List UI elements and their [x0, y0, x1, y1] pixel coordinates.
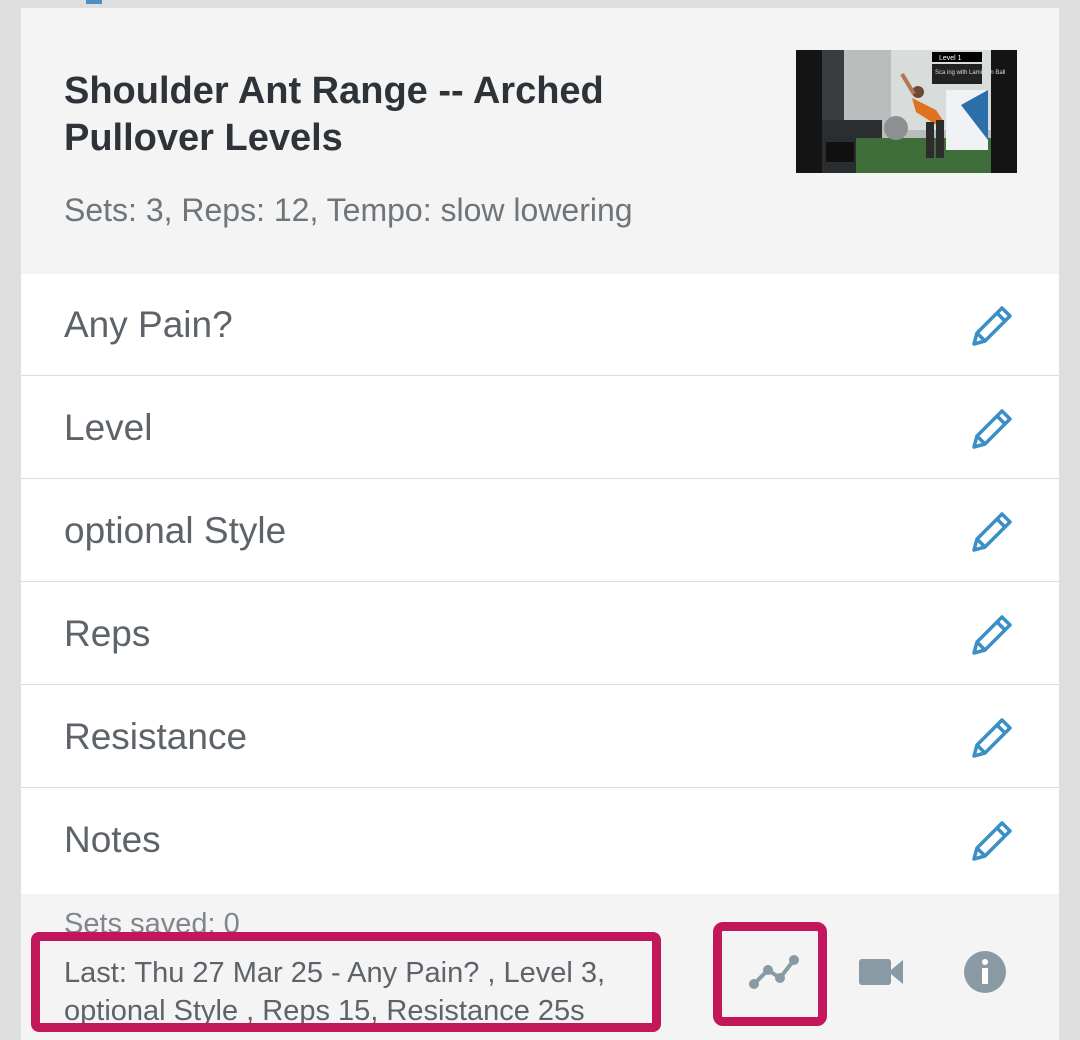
video-camera-icon[interactable] [851, 942, 911, 1002]
video-thumbnail[interactable]: Level 1 Sca ing with Lamin an Ball [796, 50, 1017, 173]
exercise-card: Shoulder Ant Range -- Arched Pullover Le… [21, 8, 1059, 1040]
top-accent-bar [86, 0, 102, 4]
pencil-icon[interactable] [967, 404, 1017, 454]
pencil-icon[interactable] [967, 507, 1017, 557]
highlight-last-session [31, 932, 661, 1032]
info-icon[interactable] [955, 942, 1015, 1002]
field-label: Any Pain? [64, 304, 233, 345]
exercise-prescription: Sets: 3, Reps: 12, Tempo: slow lowering [64, 192, 633, 228]
chart-icon[interactable] [744, 944, 804, 1004]
pencil-icon[interactable] [967, 816, 1017, 866]
thumbnail-caption: Level 1 [939, 55, 962, 62]
field-label: optional Style [64, 510, 287, 551]
field-label: Level [64, 407, 153, 448]
pencil-icon[interactable] [967, 713, 1017, 763]
field-label: Notes [64, 819, 161, 860]
pencil-icon[interactable] [967, 301, 1017, 351]
field-row-any-pain[interactable]: Any Pain? [21, 274, 1059, 376]
field-row-level[interactable]: Level [21, 377, 1059, 479]
field-label: Reps [64, 613, 151, 654]
exercise-title: Shoulder Ant Range -- Arched Pullover Le… [64, 70, 604, 159]
field-row-optional-style[interactable]: optional Style [21, 480, 1059, 582]
thumbnail-image: Level 1 Sca ing with Lamin an Ball [796, 50, 1017, 173]
exercise-footer: Sets saved: 0 Last: Thu 27 Mar 25 - Any … [21, 894, 1059, 1040]
exercise-header: Shoulder Ant Range -- Arched Pullover Le… [21, 8, 1059, 274]
field-row-resistance[interactable]: Resistance [21, 686, 1059, 788]
field-row-notes[interactable]: Notes [21, 789, 1059, 894]
thumbnail-text: Sca ing with Lamin an Ball [935, 70, 1005, 76]
pencil-icon[interactable] [967, 610, 1017, 660]
field-row-reps[interactable]: Reps [21, 583, 1059, 685]
field-label: Resistance [64, 716, 248, 757]
